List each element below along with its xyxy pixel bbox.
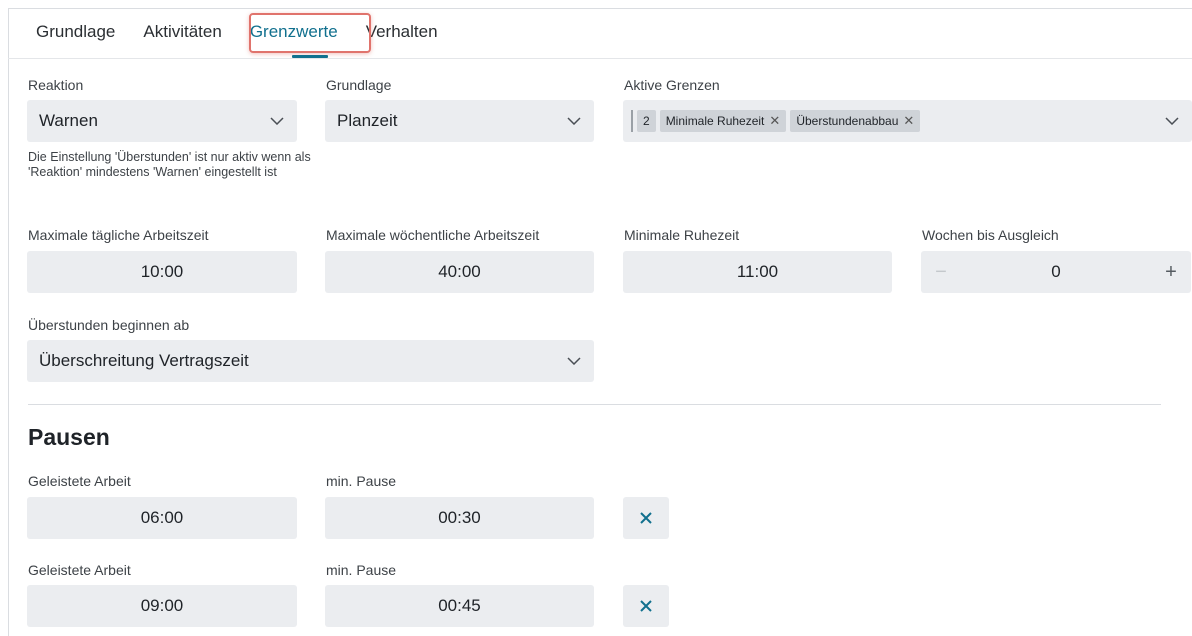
- reaktion-value: Warnen: [39, 111, 98, 130]
- close-icon[interactable]: ✕: [903, 113, 914, 129]
- aktive-grenzen-label: Aktive Grenzen: [624, 77, 720, 93]
- ueberstunden-label: Überstunden beginnen ab: [28, 317, 190, 333]
- remove-pause-button[interactable]: [623, 585, 669, 627]
- max-woechentlich-label: Maximale wöchentliche Arbeitszeit: [326, 227, 540, 243]
- max-taeglich-field[interactable]: 10:00: [27, 251, 297, 293]
- ueberstunden-select[interactable]: Überschreitung Vertragszeit: [27, 340, 594, 382]
- pausen-heading: Pausen: [28, 424, 110, 450]
- tab-bar: Grundlage Aktivitäten Grenzwerte Verhalt…: [22, 16, 452, 56]
- decrement-button[interactable]: −: [921, 261, 961, 284]
- chip-minimale-ruhezeit[interactable]: Minimale Ruhezeit ✕: [659, 110, 787, 132]
- max-taeglich-label: Maximale tägliche Arbeitszeit: [28, 227, 209, 243]
- chip-ueberstundenabbau[interactable]: Überstundenabbau ✕: [790, 110, 921, 132]
- chevron-down-icon: [554, 100, 594, 142]
- close-icon: [640, 600, 652, 612]
- wochen-ausgleich-value[interactable]: 0: [961, 262, 1151, 282]
- min-pause-field[interactable]: 00:30: [325, 497, 594, 539]
- tab-aktivitaeten[interactable]: Aktivitäten: [129, 16, 235, 56]
- min-pause-label: min. Pause: [326, 473, 397, 489]
- chip-label: Überstundenabbau: [796, 114, 899, 128]
- geleistete-arbeit-label: Geleistete Arbeit: [28, 562, 131, 578]
- chips-separator: [631, 110, 633, 132]
- grundlage-value: Planzeit: [337, 111, 398, 130]
- max-woechentlich-field[interactable]: 40:00: [325, 251, 594, 293]
- grundlage-select[interactable]: Planzeit: [325, 100, 594, 142]
- reaktion-select[interactable]: Warnen: [27, 100, 297, 142]
- tabs-divider: [8, 58, 1192, 59]
- min-ruhezeit-label: Minimale Ruhezeit: [624, 227, 740, 243]
- tab-grundlage[interactable]: Grundlage: [22, 16, 129, 56]
- aktive-grenzen-multiselect[interactable]: 2 Minimale Ruhezeit ✕ Überstundenabbau ✕: [623, 100, 1192, 142]
- grundlage-label: Grundlage: [326, 77, 392, 93]
- ueberstunden-value: Überschreitung Vertragszeit: [39, 351, 249, 370]
- chevron-down-icon[interactable]: [1152, 100, 1192, 142]
- remove-pause-button[interactable]: [623, 497, 669, 539]
- tab-highlight-box: [249, 13, 371, 53]
- chip-count: 2: [637, 110, 656, 132]
- chevron-down-icon: [554, 340, 594, 382]
- frame-border-left: [8, 8, 9, 636]
- close-icon: [640, 512, 652, 524]
- min-pause-field[interactable]: 00:45: [325, 585, 594, 627]
- geleistete-arbeit-field[interactable]: 09:00: [27, 585, 297, 627]
- min-pause-label: min. Pause: [326, 562, 397, 578]
- wochen-ausgleich-label: Wochen bis Ausgleich: [922, 227, 1059, 243]
- close-icon[interactable]: ✕: [769, 113, 780, 129]
- chip-label: Minimale Ruhezeit: [665, 114, 765, 128]
- wochen-ausgleich-stepper[interactable]: − 0 +: [921, 251, 1191, 293]
- geleistete-arbeit-field[interactable]: 06:00: [27, 497, 297, 539]
- geleistete-arbeit-label: Geleistete Arbeit: [28, 473, 131, 489]
- section-divider: [28, 404, 1161, 405]
- min-ruhezeit-field[interactable]: 11:00: [623, 251, 892, 293]
- chevron-down-icon: [257, 100, 297, 142]
- reaktion-label: Reaktion: [28, 77, 84, 93]
- increment-button[interactable]: +: [1151, 261, 1191, 284]
- reaktion-hint: Die Einstellung 'Überstunden' ist nur ak…: [28, 150, 311, 179]
- frame-border-top: [8, 8, 1192, 9]
